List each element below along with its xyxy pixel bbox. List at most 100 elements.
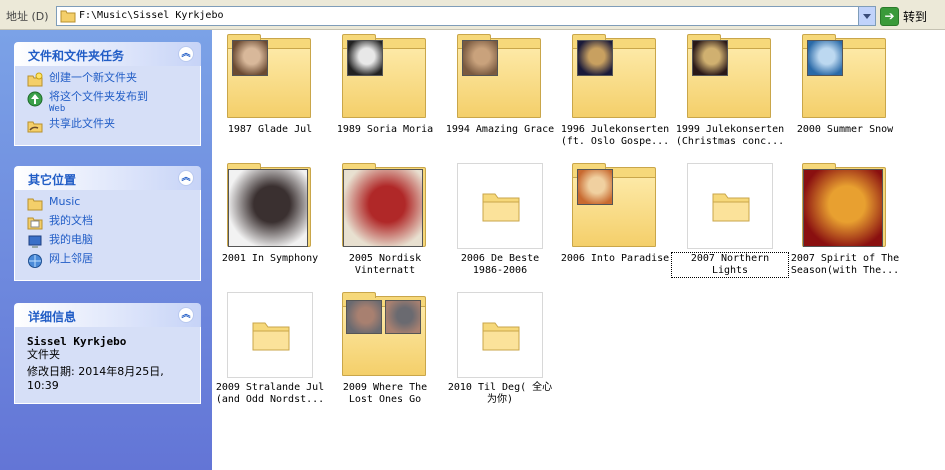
task-share-folder[interactable]: 共享此文件夹	[27, 118, 190, 134]
album-cover-art	[692, 40, 728, 76]
album-cover-art	[343, 169, 423, 247]
folder-item[interactable]: 2007 Spirit of The Season(with The...	[787, 159, 903, 284]
album-cover-art	[385, 300, 421, 334]
folder-thumbnail	[457, 292, 543, 378]
folder-label-line2: 1986-2006	[472, 265, 528, 276]
folder-item[interactable]: 2006 De Beste 1986-2006	[442, 159, 558, 284]
address-dropdown-button[interactable]	[858, 7, 875, 25]
album-cover-art	[577, 169, 613, 205]
folder-label-line1: 2005 Nordisk	[348, 253, 422, 264]
other-places-panel: 其它位置 ︽ Music 我的文档 我的电脑 网上邻居	[14, 166, 201, 281]
publish-web-icon	[27, 91, 43, 107]
chevron-down-icon	[863, 13, 871, 19]
folder-item[interactable]: 2006 Into Paradise	[557, 159, 673, 284]
task-share-folder-label: 共享此文件夹	[49, 117, 115, 130]
place-my-documents-label: 我的文档	[49, 214, 93, 227]
folder-item[interactable]: 1994 Amazing Grace	[442, 30, 558, 155]
folder-label: 2001 In Symphony	[212, 253, 328, 265]
folder-item[interactable]: 2010 Til Deg( 全心 为你)	[442, 288, 558, 413]
go-arrow-icon: ➔	[880, 6, 899, 26]
thumbnail-frame	[687, 163, 773, 249]
folder-label: 1989 Soria Moria	[327, 124, 443, 136]
collapse-icon[interactable]: ︽	[178, 46, 194, 62]
place-my-computer-label: 我的电脑	[49, 233, 93, 246]
album-cover-art	[803, 169, 883, 247]
folder-icon	[252, 322, 290, 351]
folder-label-line1: 1996 Julekonserten	[560, 124, 670, 135]
task-new-folder-label: 创建一个新文件夹	[49, 71, 137, 84]
place-my-computer[interactable]: 我的电脑	[27, 234, 190, 250]
folder-label-line1: 2009 Where The	[342, 382, 428, 393]
folder-icon	[712, 193, 750, 222]
folder-label-line1: 2006 De Beste	[460, 253, 540, 264]
album-cover-art	[577, 40, 613, 76]
task-publish-web[interactable]: 将这个文件夹发布到 Web	[27, 91, 190, 115]
collapse-icon[interactable]: ︽	[178, 170, 194, 186]
folder-item[interactable]: 2000 Summer Snow	[787, 30, 903, 155]
folder-item[interactable]: 1996 Julekonserten (ft. Oslo Gospe...	[557, 30, 673, 155]
details-modified: 修改日期: 2014年8月25日,	[27, 365, 164, 378]
go-button[interactable]: ➔ 转到	[880, 5, 940, 27]
folder-label-line1: 2007 Spirit of The	[790, 253, 900, 264]
task-publish-web-label: 将这个文件夹发布到	[49, 90, 148, 103]
folder-label-line1: 1994 Amazing Grace	[445, 124, 555, 135]
folder-thumbnail	[457, 34, 543, 120]
folder-label-line2: (and Odd Nordst...	[215, 394, 325, 405]
album-cover-art	[232, 40, 268, 76]
folder-item[interactable]: 2009 Where The Lost Ones Go	[327, 288, 443, 413]
folder-label-line2: Lost Ones Go	[348, 394, 422, 405]
folder-label-line1: 2010 Til Deg( 全心	[447, 382, 553, 393]
folder-item[interactable]: 1989 Soria Moria	[327, 30, 443, 155]
folder-thumbnail	[572, 163, 658, 249]
place-network[interactable]: 网上邻居	[27, 253, 190, 269]
collapse-icon[interactable]: ︽	[178, 307, 194, 323]
share-folder-icon	[27, 121, 43, 133]
place-my-documents[interactable]: 我的文档	[27, 215, 190, 231]
folder-label-line1: 2001 In Symphony	[221, 253, 319, 264]
folder-label-line2: (Christmas conc...	[675, 136, 785, 147]
thumbnail-frame	[457, 163, 543, 249]
other-places-header[interactable]: 其它位置 ︽	[14, 166, 201, 190]
place-music[interactable]: Music	[27, 196, 190, 212]
task-pane: 文件和文件夹任务 ︽ 创建一个新文件夹 将这个文件夹发布到 Web 共享此文件夹…	[0, 30, 212, 470]
folder-label: 2000 Summer Snow	[787, 124, 903, 136]
folder-label: 1987 Glade Jul	[212, 124, 328, 136]
folder-label: 1996 Julekonserten (ft. Oslo Gospe...	[557, 124, 673, 148]
other-places-title: 其它位置	[28, 173, 77, 187]
album-cover-art	[807, 40, 843, 76]
details-header[interactable]: 详细信息 ︽	[14, 303, 201, 327]
details-panel: 详细信息 ︽ Sissel Kyrkjebo 文件夹 修改日期: 2014年8月…	[14, 303, 201, 404]
folder-item[interactable]: 2007 Northern Lights	[671, 159, 789, 284]
folder-thumbnail	[342, 163, 428, 249]
folder-item[interactable]: 1999 Julekonserten (Christmas conc...	[672, 30, 788, 155]
folder-thumbnail	[227, 292, 313, 378]
folder-thumbnail	[687, 34, 773, 120]
details-folder-name: Sissel Kyrkjebo	[27, 335, 127, 348]
my-computer-icon	[28, 235, 42, 248]
task-new-folder[interactable]: 创建一个新文件夹	[27, 72, 190, 88]
address-label: 地址 (D)	[6, 10, 49, 23]
file-tasks-header[interactable]: 文件和文件夹任务 ︽	[14, 42, 201, 66]
folder-label-line2: Season(with The...	[790, 265, 900, 276]
folder-thumbnail	[227, 163, 313, 249]
file-tasks-panel: 文件和文件夹任务 ︽ 创建一个新文件夹 将这个文件夹发布到 Web 共享此文件夹	[14, 42, 201, 146]
folder-icon	[482, 193, 520, 222]
folder-item[interactable]: 2001 In Symphony	[212, 159, 328, 284]
my-documents-icon	[27, 217, 43, 230]
folder-item[interactable]: 1987 Glade Jul	[212, 30, 328, 155]
folder-label: 2009 Where The Lost Ones Go	[327, 382, 443, 406]
folder-label-line2: Lights	[711, 265, 749, 276]
details-title: 详细信息	[28, 310, 77, 324]
folder-thumbnail	[802, 34, 888, 120]
folder-label: 1999 Julekonserten (Christmas conc...	[672, 124, 788, 148]
thumbnail-frame	[457, 292, 543, 378]
folder-label-line1: 2006 Into Paradise	[560, 253, 670, 264]
folder-label: 2006 Into Paradise	[557, 253, 673, 265]
folder-label-line1: 1989 Soria Moria	[336, 124, 434, 135]
album-cover-art	[347, 40, 383, 76]
address-input[interactable]: F:\Music\Sissel Kyrkjebo	[56, 6, 876, 26]
folder-item[interactable]: 2005 Nordisk Vinternatt	[327, 159, 443, 284]
folder-thumbnail	[572, 34, 658, 120]
folder-item[interactable]: 2009 Stralande Jul (and Odd Nordst...	[212, 288, 328, 413]
folder-label: 2007 Spirit of The Season(with The...	[787, 253, 903, 277]
